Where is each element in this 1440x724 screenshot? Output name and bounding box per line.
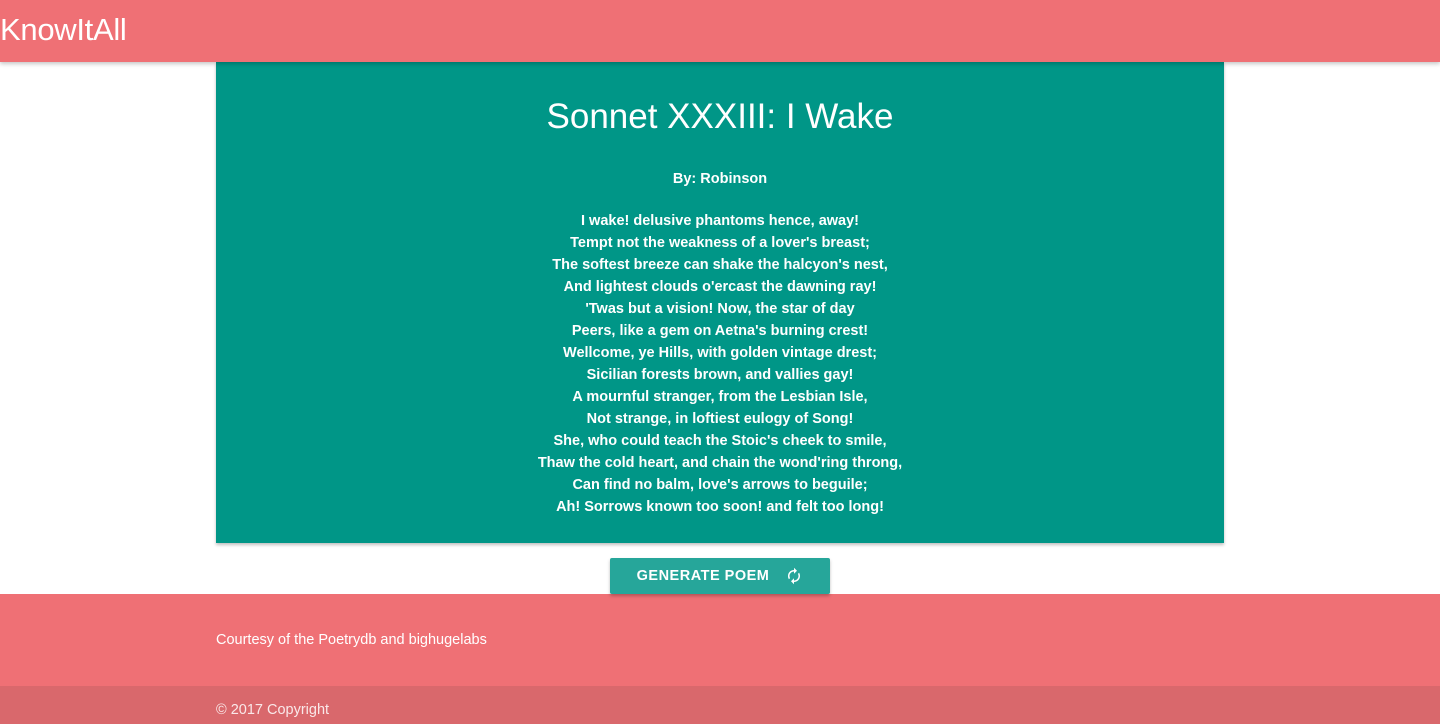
poem-line: Not strange, in loftiest eulogy of Song! xyxy=(586,411,854,427)
poem-author: By: Robinson xyxy=(672,171,768,187)
poem-card: Sonnet XXXIII: I Wake By: Robinson I wak… xyxy=(216,62,1224,543)
poem-line: Ah! Sorrows known too soon! and felt too… xyxy=(556,499,884,515)
generate-poem-button[interactable]: GENERATE POEM xyxy=(610,558,830,594)
poem-line: I wake! delusive phantoms hence, away! xyxy=(580,213,859,229)
copyright-text: © 2017 Copyright xyxy=(216,702,330,718)
poem-line: Wellcome, ye Hills, with golden vintage … xyxy=(563,345,877,361)
top-navbar: KnowItAll xyxy=(0,0,1440,62)
brand-logo[interactable]: KnowItAll xyxy=(0,12,127,48)
poem-line: Peers, like a gem on Aetna's burning cre… xyxy=(571,323,869,339)
poem-line: And lightest clouds o'ercast the dawning… xyxy=(563,279,877,295)
poem-line: 'Twas but a vision! Now, the star of day xyxy=(585,301,855,317)
poem-title: Sonnet XXXIII: I Wake xyxy=(546,97,894,136)
poem-line: Tempt not the weakness of a lover's brea… xyxy=(570,235,870,251)
poem-line: A mournful stranger, from the Lesbian Is… xyxy=(572,389,868,405)
footer-copyright-bar: © 2017 Copyright xyxy=(0,686,1440,724)
poem-lines: I wake! delusive phantoms hence, away! T… xyxy=(216,210,1224,518)
poem-line: Can find no balm, love's arrows to begui… xyxy=(572,477,868,493)
poem-line: Sicilian forests brown, and vallies gay! xyxy=(586,367,854,383)
poem-line: The softest breeze can shake the halcyon… xyxy=(552,257,888,273)
generate-poem-label: GENERATE POEM xyxy=(636,568,770,584)
poem-line: Thaw the cold heart, and chain the wond'… xyxy=(537,455,903,471)
page-footer: Courtesy of the Poetrydb and bighugelabs… xyxy=(0,594,1440,724)
footer-credits: Courtesy of the Poetrydb and bighugelabs xyxy=(216,632,487,648)
refresh-icon xyxy=(785,567,803,585)
poem-line: She, who could teach the Stoic's cheek t… xyxy=(553,433,887,449)
